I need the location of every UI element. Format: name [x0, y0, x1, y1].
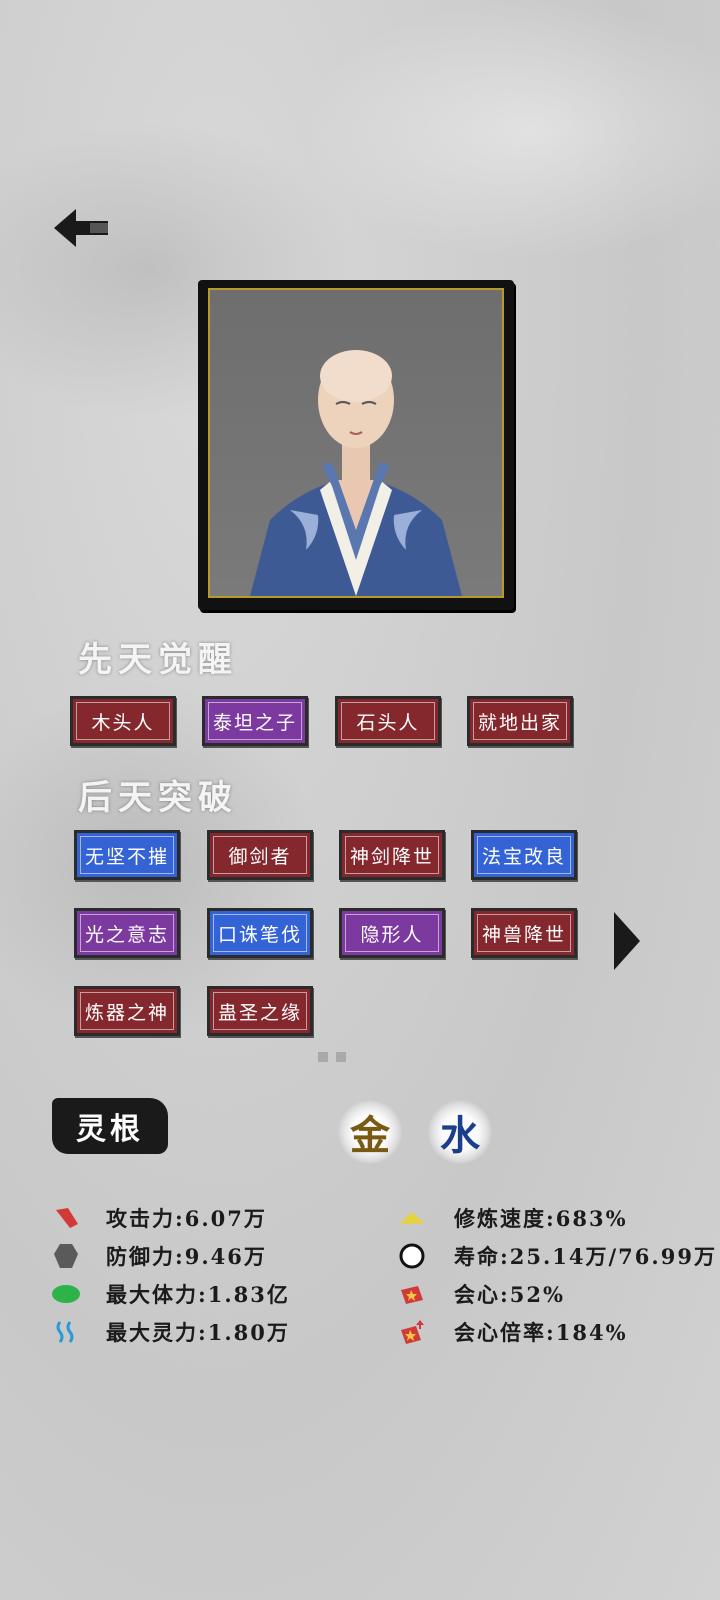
stat-defense: 防御力:9.46万 — [52, 1238, 267, 1274]
critical-icon — [398, 1280, 426, 1308]
stat-critical-multiplier: 会心倍率:184% — [398, 1314, 628, 1350]
acquired-tag[interactable]: 无坚不摧 — [74, 830, 180, 880]
page-indicator — [318, 1052, 346, 1062]
stat-critical: 会心:52% — [398, 1276, 565, 1312]
monk-character-image — [250, 350, 462, 596]
stat-defense-text: 防御力:9.46万 — [106, 1244, 267, 1269]
stat-lifespan-text: 寿命:25.14万/76.99万 — [454, 1244, 717, 1269]
spirit-root-label: 灵根 — [52, 1098, 168, 1154]
acquired-tag[interactable]: 神兽降世 — [471, 908, 577, 958]
acquired-tag[interactable]: 隐形人 — [339, 908, 445, 958]
stat-critical-multiplier-text: 会心倍率:184% — [454, 1320, 628, 1345]
defense-icon — [52, 1242, 80, 1270]
next-page-button[interactable] — [612, 910, 642, 972]
stat-attack: 攻击力:6.07万 — [52, 1200, 267, 1236]
page-dot — [336, 1052, 346, 1062]
innate-tag[interactable]: 泰坦之子 — [202, 696, 308, 746]
acquired-tag[interactable]: 法宝改良 — [471, 830, 577, 880]
element-water: 水 — [428, 1100, 492, 1164]
triangle-right-icon — [614, 912, 640, 970]
back-button[interactable] — [50, 205, 114, 251]
stamina-icon — [52, 1280, 80, 1308]
acquired-tag[interactable]: 御剑者 — [207, 830, 313, 880]
acquired-tag[interactable]: 炼器之神 — [74, 986, 180, 1036]
lifespan-icon — [398, 1242, 426, 1270]
spirit-icon — [52, 1318, 80, 1346]
attack-icon — [52, 1204, 80, 1232]
cultivation-speed-icon — [398, 1204, 426, 1232]
stat-lifespan: 寿命:25.14万/76.99万 — [398, 1238, 717, 1274]
stat-cultivation-speed-text: 修炼速度:683% — [454, 1206, 628, 1231]
acquired-tag[interactable]: 神剑降世 — [339, 830, 445, 880]
critical-multiplier-icon — [398, 1318, 426, 1346]
stat-cultivation-speed: 修炼速度:683% — [398, 1200, 628, 1236]
acquired-tag[interactable]: 蛊圣之缘 — [207, 986, 313, 1036]
character-portrait — [208, 288, 504, 598]
innate-awakening-title: 先天觉醒 — [78, 640, 238, 680]
acquired-tag[interactable]: 口诛笔伐 — [207, 908, 313, 958]
stat-critical-text: 会心:52% — [454, 1282, 565, 1307]
element-metal: 金 — [338, 1100, 402, 1164]
innate-tag[interactable]: 石头人 — [335, 696, 441, 746]
innate-tag[interactable]: 就地出家 — [467, 696, 573, 746]
stat-attack-text: 攻击力:6.07万 — [106, 1206, 267, 1231]
character-portrait-frame — [198, 280, 514, 610]
back-arrow-icon — [54, 209, 108, 247]
stat-max-spirit-text: 最大灵力:1.80万 — [106, 1320, 290, 1345]
innate-tag[interactable]: 木头人 — [70, 696, 176, 746]
acquired-tag[interactable]: 光之意志 — [74, 908, 180, 958]
acquired-breakthrough-title: 后天突破 — [78, 778, 238, 818]
stat-max-stamina: 最大体力:1.83亿 — [52, 1276, 290, 1312]
stat-max-stamina-text: 最大体力:1.83亿 — [106, 1282, 290, 1307]
page-dot — [318, 1052, 328, 1062]
stat-max-spirit: 最大灵力:1.80万 — [52, 1314, 290, 1350]
